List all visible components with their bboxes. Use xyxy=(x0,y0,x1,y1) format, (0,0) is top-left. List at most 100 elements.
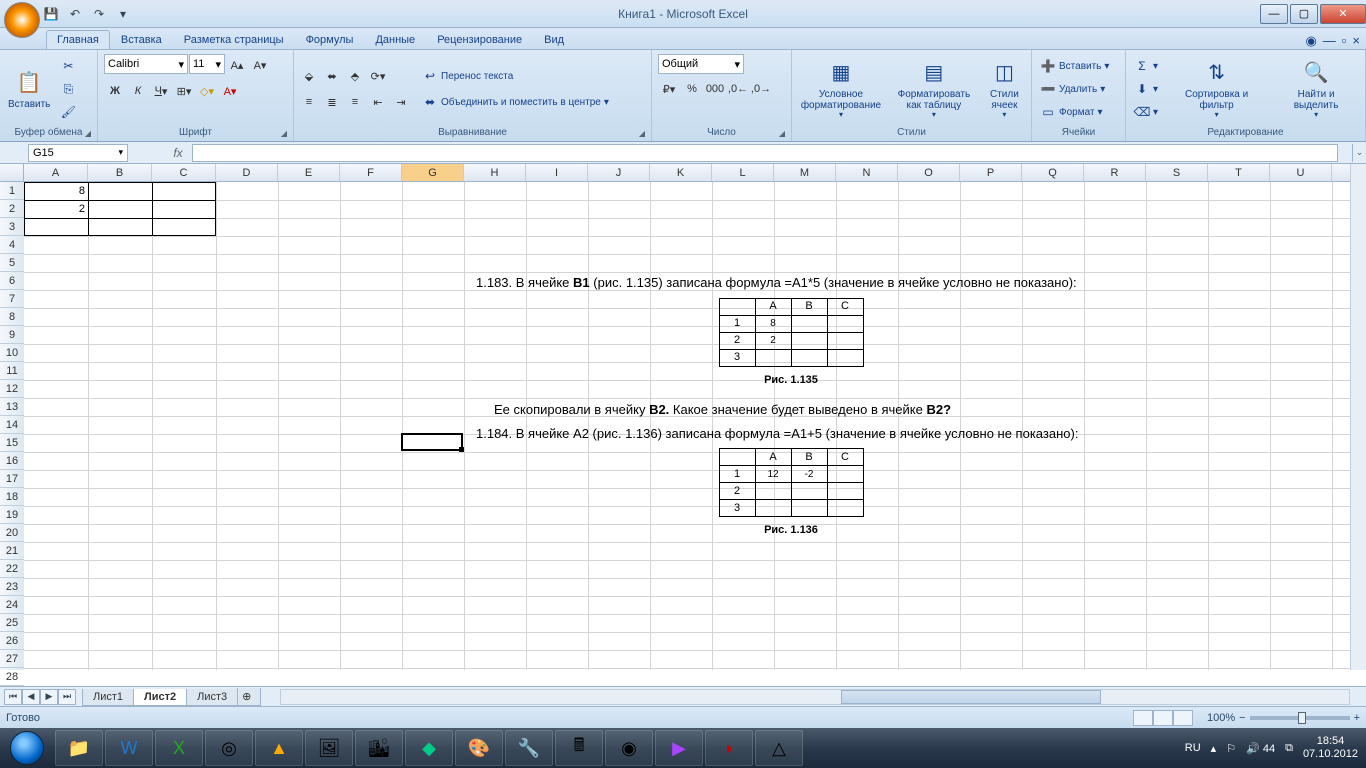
col-header-D[interactable]: D xyxy=(216,164,278,181)
taskbar-app9[interactable]: ◗ xyxy=(705,730,753,766)
find-select-button[interactable]: 🔍Найти и выделить▾ xyxy=(1271,57,1361,122)
dialog-launcher-icon[interactable]: ◢ xyxy=(85,129,91,138)
row-header-24[interactable]: 24 xyxy=(0,596,24,614)
sheet-tab-Лист3[interactable]: Лист3 xyxy=(186,689,238,706)
help-icon[interactable]: ◉ xyxy=(1305,33,1316,49)
row-header-1[interactable]: 1 xyxy=(0,182,24,200)
dialog-launcher-icon[interactable]: ◢ xyxy=(639,129,645,138)
font-color-button[interactable]: A▾ xyxy=(219,80,241,102)
number-format-combo[interactable]: Общий▾ xyxy=(658,54,744,74)
font-name-combo[interactable]: Calibri▾ xyxy=(104,54,188,74)
row-header-10[interactable]: 10 xyxy=(0,344,24,362)
align-center-button[interactable]: ≣ xyxy=(321,91,343,113)
taskbar-app4[interactable]: 🏙 xyxy=(355,730,403,766)
vertical-scrollbar[interactable] xyxy=(1350,164,1366,670)
taskbar-app8[interactable]: ▶ xyxy=(655,730,703,766)
row-header-15[interactable]: 15 xyxy=(0,434,24,452)
taskbar-app10[interactable]: △ xyxy=(755,730,803,766)
fx-icon[interactable]: fx xyxy=(168,146,188,160)
fill-button[interactable]: ⬇▾ xyxy=(1130,78,1162,100)
tray-up-icon[interactable]: ▴ xyxy=(1211,742,1217,755)
taskbar-explorer[interactable]: 📁 xyxy=(55,730,103,766)
row-header-5[interactable]: 5 xyxy=(0,254,24,272)
close-workbook-icon[interactable]: × xyxy=(1352,33,1360,49)
tab-data[interactable]: Данные xyxy=(364,30,426,49)
next-sheet-button[interactable]: ▶ xyxy=(40,689,58,705)
first-sheet-button[interactable]: ⏮ xyxy=(4,689,22,705)
insert-cells-button[interactable]: ➕Вставить▾ xyxy=(1036,55,1113,77)
row-header-23[interactable]: 23 xyxy=(0,578,24,596)
cell-styles-button[interactable]: ◫Стили ячеек▾ xyxy=(982,57,1027,122)
select-all-corner[interactable] xyxy=(0,164,24,182)
align-right-button[interactable]: ≡ xyxy=(344,91,366,113)
col-header-P[interactable]: P xyxy=(960,164,1022,181)
prev-sheet-button[interactable]: ◀ xyxy=(22,689,40,705)
close-button[interactable]: ✕ xyxy=(1320,4,1366,24)
row-header-8[interactable]: 8 xyxy=(0,308,24,326)
col-header-I[interactable]: I xyxy=(526,164,588,181)
cut-button[interactable]: ✂ xyxy=(56,55,80,77)
tray-lang[interactable]: RU xyxy=(1185,742,1201,754)
worksheet-grid[interactable]: ABCDEFGHIJKLMNOPQRSTU 123456789101112131… xyxy=(0,164,1366,686)
taskbar-excel[interactable]: X xyxy=(155,730,203,766)
row-header-20[interactable]: 20 xyxy=(0,524,24,542)
inc-indent-button[interactable]: ⇥ xyxy=(390,91,412,113)
merge-center-button[interactable]: ⬌Объединить и поместить в центре▾ xyxy=(418,91,613,113)
tray-volume[interactable]: 🔊 44 xyxy=(1246,742,1275,755)
minimize-button[interactable]: — xyxy=(1260,4,1288,24)
row-header-7[interactable]: 7 xyxy=(0,290,24,308)
col-header-G[interactable]: G xyxy=(402,164,464,181)
align-left-button[interactable]: ≡ xyxy=(298,91,320,113)
save-icon[interactable]: 💾 xyxy=(40,3,62,25)
restore-window-icon[interactable]: ▫ xyxy=(1342,33,1347,49)
col-header-B[interactable]: B xyxy=(88,164,152,181)
align-middle-button[interactable]: ⬌ xyxy=(321,65,343,87)
tab-home[interactable]: Главная xyxy=(46,30,110,49)
align-top-button[interactable]: ⬙ xyxy=(298,65,320,87)
format-painter-button[interactable]: 🖌 xyxy=(56,101,80,123)
row-header-28[interactable]: 28 xyxy=(0,668,24,686)
clear-button[interactable]: ⌫▾ xyxy=(1130,101,1162,123)
qat-menu-icon[interactable]: ▾ xyxy=(112,3,134,25)
taskbar-app5[interactable]: ◆ xyxy=(405,730,453,766)
row-header-3[interactable]: 3 xyxy=(0,218,24,236)
col-header-U[interactable]: U xyxy=(1270,164,1332,181)
dialog-launcher-icon[interactable]: ◢ xyxy=(281,129,287,138)
sheet-tab-Лист2[interactable]: Лист2 xyxy=(133,689,187,706)
row-header-13[interactable]: 13 xyxy=(0,398,24,416)
formula-input[interactable] xyxy=(192,144,1338,162)
row-header-6[interactable]: 6 xyxy=(0,272,24,290)
col-header-A[interactable]: A xyxy=(24,164,88,181)
row-header-21[interactable]: 21 xyxy=(0,542,24,560)
row-header-11[interactable]: 11 xyxy=(0,362,24,380)
row-header-22[interactable]: 22 xyxy=(0,560,24,578)
horizontal-scrollbar[interactable] xyxy=(280,689,1350,705)
currency-button[interactable]: ₽▾ xyxy=(658,78,680,100)
name-box[interactable]: G15▾ xyxy=(28,144,128,162)
inc-decimal-button[interactable]: ,0← xyxy=(727,78,749,100)
row-header-18[interactable]: 18 xyxy=(0,488,24,506)
dialog-launcher-icon[interactable]: ◢ xyxy=(779,129,785,138)
row-header-4[interactable]: 4 xyxy=(0,236,24,254)
column-headers[interactable]: ABCDEFGHIJKLMNOPQRSTU xyxy=(24,164,1350,182)
align-bottom-button[interactable]: ⬘ xyxy=(344,65,366,87)
format-table-button[interactable]: ▤Форматировать как таблицу▾ xyxy=(888,57,980,122)
copy-button[interactable]: ⎘ xyxy=(56,78,80,100)
taskbar-word[interactable]: W xyxy=(105,730,153,766)
normal-view-button[interactable] xyxy=(1133,710,1153,726)
cell-A1[interactable]: 8 xyxy=(24,182,88,200)
thousands-button[interactable]: 000 xyxy=(704,78,726,100)
tray-network-icon[interactable]: ⧉ xyxy=(1285,742,1293,755)
row-header-17[interactable]: 17 xyxy=(0,470,24,488)
percent-button[interactable]: % xyxy=(681,78,703,100)
tab-review[interactable]: Рецензирование xyxy=(426,30,533,49)
maximize-button[interactable]: ▢ xyxy=(1290,4,1318,24)
col-header-F[interactable]: F xyxy=(340,164,402,181)
new-sheet-button[interactable]: ⊕ xyxy=(237,688,261,706)
taskbar-app1[interactable]: ◎ xyxy=(205,730,253,766)
dec-decimal-button[interactable]: ,0→ xyxy=(750,78,772,100)
sheet-tab-Лист1[interactable]: Лист1 xyxy=(82,689,134,706)
tab-formulas[interactable]: Формулы xyxy=(295,30,365,49)
embedded-image[interactable]: 1.183. В ячейке B1 (рис. 1.135) записана… xyxy=(476,274,1106,538)
taskbar-app2[interactable]: ▲ xyxy=(255,730,303,766)
